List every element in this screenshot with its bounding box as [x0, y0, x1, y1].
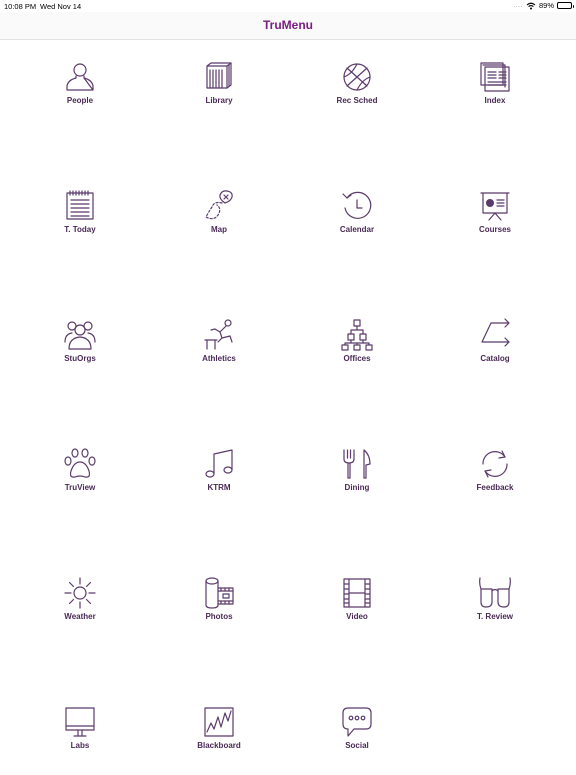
menu-item-people[interactable]: People	[11, 60, 149, 130]
page-title: TruMenu	[263, 17, 313, 32]
menu-item-athletics[interactable]: Athletics	[150, 318, 288, 388]
menu-item-labs[interactable]: Labs	[11, 705, 149, 775]
menu-item-truview[interactable]: TruView	[11, 447, 149, 517]
menu-item-map[interactable]: Map	[150, 189, 288, 259]
menu-item-library[interactable]: Library	[150, 60, 288, 130]
menu-item-feedback[interactable]: Feedback	[426, 447, 564, 517]
music-note-icon	[205, 449, 233, 478]
status-right: .... 89%	[513, 1, 574, 10]
menu-item-t-review[interactable]: T. Review	[426, 576, 564, 646]
menu-label: Library	[205, 96, 233, 105]
menu-item-ktrm[interactable]: KTRM	[150, 447, 288, 517]
newspaper-icon	[66, 190, 94, 220]
menu-item-catalog[interactable]: Catalog	[426, 318, 564, 388]
battery-icon	[557, 2, 574, 9]
monitor-icon	[65, 707, 95, 737]
glasses-icon	[479, 577, 511, 608]
sun-icon	[64, 577, 96, 609]
menu-label: Dining	[344, 483, 370, 492]
catalog-arrows-icon	[481, 318, 510, 347]
menu-label: TruView	[64, 483, 96, 492]
athlete-hurdle-icon	[204, 319, 233, 350]
menu-item-offices[interactable]: Offices	[288, 318, 426, 388]
menu-item-video[interactable]: Video	[288, 576, 426, 646]
film-strip-icon	[343, 578, 371, 608]
wifi-icon	[526, 2, 536, 9]
menu-label: Index	[484, 96, 506, 105]
menu-label: Map	[211, 225, 227, 234]
group-people-icon	[64, 321, 96, 350]
menu-label: Blackboard	[197, 741, 241, 750]
status-date: Wed Nov 14	[40, 2, 82, 11]
menu-label: Calendar	[339, 225, 375, 234]
chat-bubble-icon	[342, 707, 372, 737]
menu-item-calendar[interactable]: Calendar	[288, 189, 426, 259]
presentation-board-icon	[480, 192, 510, 221]
menu-label: Athletics	[202, 354, 236, 363]
org-chart-icon	[341, 319, 373, 351]
menu-grid: People Library Rec Sched Index T. Today …	[0, 40, 576, 768]
history-clock-icon	[342, 191, 372, 219]
menu-item-courses[interactable]: Courses	[426, 189, 564, 259]
status-bar: 10:08 PM Wed Nov 14 .... 89%	[0, 0, 576, 12]
person-icon	[66, 63, 94, 91]
fork-knife-icon	[343, 449, 371, 479]
menu-item-social[interactable]: Social	[288, 705, 426, 775]
map-route-icon	[205, 190, 233, 220]
menu-label: Catalog	[480, 354, 510, 363]
menu-label: T. Review	[476, 612, 513, 621]
menu-label: Social	[345, 741, 369, 750]
menu-label: Weather	[64, 612, 96, 621]
menu-label: KTRM	[207, 483, 231, 492]
menu-item-dining[interactable]: Dining	[288, 447, 426, 517]
status-time: 10:08 PM	[4, 2, 37, 11]
menu-item-weather[interactable]: Weather	[11, 576, 149, 646]
paw-print-icon	[64, 448, 96, 478]
menu-item-index[interactable]: Index	[426, 60, 564, 130]
signal-dots: ....	[513, 2, 523, 9]
menu-label: Rec Sched	[336, 96, 378, 105]
menu-item-blackboard[interactable]: Blackboard	[150, 705, 288, 775]
menu-item-stuorgs[interactable]: StuOrgs	[11, 318, 149, 388]
refresh-arrows-icon	[482, 450, 508, 478]
battery-percent: 89%	[538, 1, 554, 10]
menu-item-t-today[interactable]: T. Today	[11, 189, 149, 259]
books-icon	[206, 62, 232, 89]
menu-label: StuOrgs	[64, 354, 96, 363]
menu-label: Courses	[478, 225, 511, 234]
index-pages-icon	[480, 62, 510, 92]
menu-label: Labs	[70, 741, 90, 750]
menu-label: T. Today	[64, 225, 96, 234]
navigation-bar: TruMenu	[0, 12, 576, 40]
menu-label: Feedback	[476, 483, 514, 492]
menu-label: Offices	[343, 354, 371, 363]
menu-item-photos[interactable]: Photos	[150, 576, 288, 646]
menu-label: People	[66, 96, 94, 105]
menu-item-rec-sched[interactable]: Rec Sched	[288, 60, 426, 130]
film-roll-icon	[205, 577, 234, 609]
menu-label: Video	[346, 612, 368, 621]
menu-label: Photos	[205, 612, 233, 621]
basketball-icon	[343, 63, 371, 91]
chart-board-icon	[204, 707, 234, 737]
